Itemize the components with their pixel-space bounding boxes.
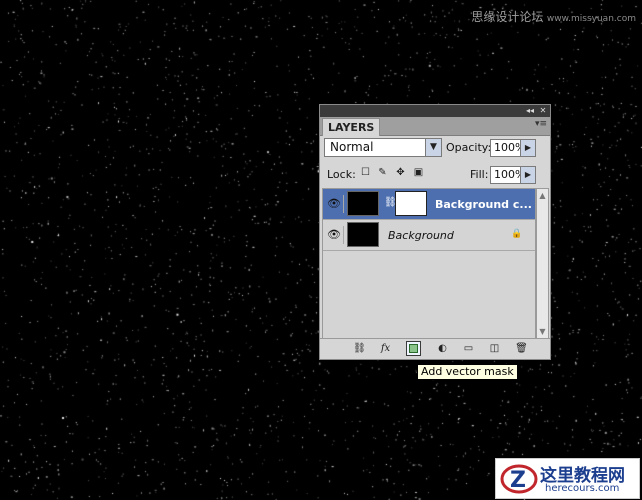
tooltip: Add vector mask <box>417 364 518 380</box>
eye-icon[interactable]: 👁 <box>325 226 344 244</box>
layer-lock-icon: 🔒 <box>511 229 523 239</box>
link-layers-icon[interactable]: ⛓ <box>352 341 367 356</box>
panel-menu-icon[interactable]: ▾≡ <box>535 119 547 129</box>
fx-icon[interactable]: fx <box>378 341 393 356</box>
lock-label: Lock: <box>327 168 356 181</box>
lock-transparent-icon[interactable]: ☐ <box>360 167 371 178</box>
logo-text-en: herecours.com <box>545 483 620 494</box>
opacity-field[interactable]: 100% ▶ <box>490 139 536 157</box>
svg-text:Z: Z <box>510 468 526 493</box>
layer-thumbnail[interactable] <box>347 191 379 216</box>
mask-thumbnail[interactable] <box>395 191 427 216</box>
lock-image-icon[interactable]: ✎ <box>377 167 388 178</box>
logo-mark-icon: Z <box>500 464 538 494</box>
vector-mask-icon[interactable] <box>406 341 421 356</box>
tab-layers[interactable]: LAYERS <box>322 118 381 136</box>
opacity-stepper-icon[interactable]: ▶ <box>520 140 535 156</box>
eye-icon[interactable]: 👁 <box>325 195 344 213</box>
close-icon[interactable]: ✕ <box>537 105 549 117</box>
fill-field[interactable]: 100% ▶ <box>490 166 536 184</box>
collapse-icon[interactable]: ◂◂ <box>524 105 536 117</box>
blend-mode-value: Normal <box>330 140 374 154</box>
watermark-cn: 思缘设计论坛 <box>471 10 544 24</box>
layer-thumbnail[interactable] <box>347 222 379 247</box>
layers-bottom-toolbar: ⛓ fx ◐ ▭ ◫ 🗑 <box>320 338 550 359</box>
layer-name[interactable]: Background c... <box>435 198 532 211</box>
scroll-up-icon[interactable]: ▲ <box>537 190 548 202</box>
layers-list: 👁 ⛓ Background c... 👁 Background 🔒 <box>322 188 536 340</box>
panel-tab-strip: LAYERS ▾≡ <box>320 117 550 136</box>
adjustment-layer-icon[interactable]: ◐ <box>435 341 450 356</box>
lock-position-icon[interactable]: ✥ <box>395 167 406 178</box>
watermark-url: www.missyuan.com <box>546 14 636 24</box>
fill-stepper-icon[interactable]: ▶ <box>520 167 535 183</box>
layers-panel: ◂◂ ✕ LAYERS ▾≡ Normal ▼ Opacity: 100% ▶ … <box>319 104 551 360</box>
new-group-icon[interactable]: ▭ <box>461 341 476 356</box>
layer-name[interactable]: Background <box>388 229 454 242</box>
layer-row-background[interactable]: 👁 Background 🔒 <box>323 220 535 251</box>
layers-scrollbar[interactable]: ▲ ▼ <box>536 188 549 340</box>
trash-icon[interactable]: 🗑 <box>514 341 529 356</box>
watermark: 思缘设计论坛 www.missyuan.com <box>471 8 636 25</box>
scroll-down-icon[interactable]: ▼ <box>537 326 548 338</box>
opacity-label: Opacity: <box>446 141 492 154</box>
site-logo: Z 这里教程网 herecours.com <box>495 458 640 499</box>
lock-all-icon[interactable]: ▣ <box>413 167 424 178</box>
chevron-down-icon[interactable]: ▼ <box>425 139 441 156</box>
layer-row-background-copy[interactable]: 👁 ⛓ Background c... <box>323 189 535 220</box>
fill-label: Fill: <box>470 168 489 181</box>
blend-mode-select[interactable]: Normal ▼ <box>324 138 442 157</box>
new-layer-icon[interactable]: ◫ <box>487 341 502 356</box>
